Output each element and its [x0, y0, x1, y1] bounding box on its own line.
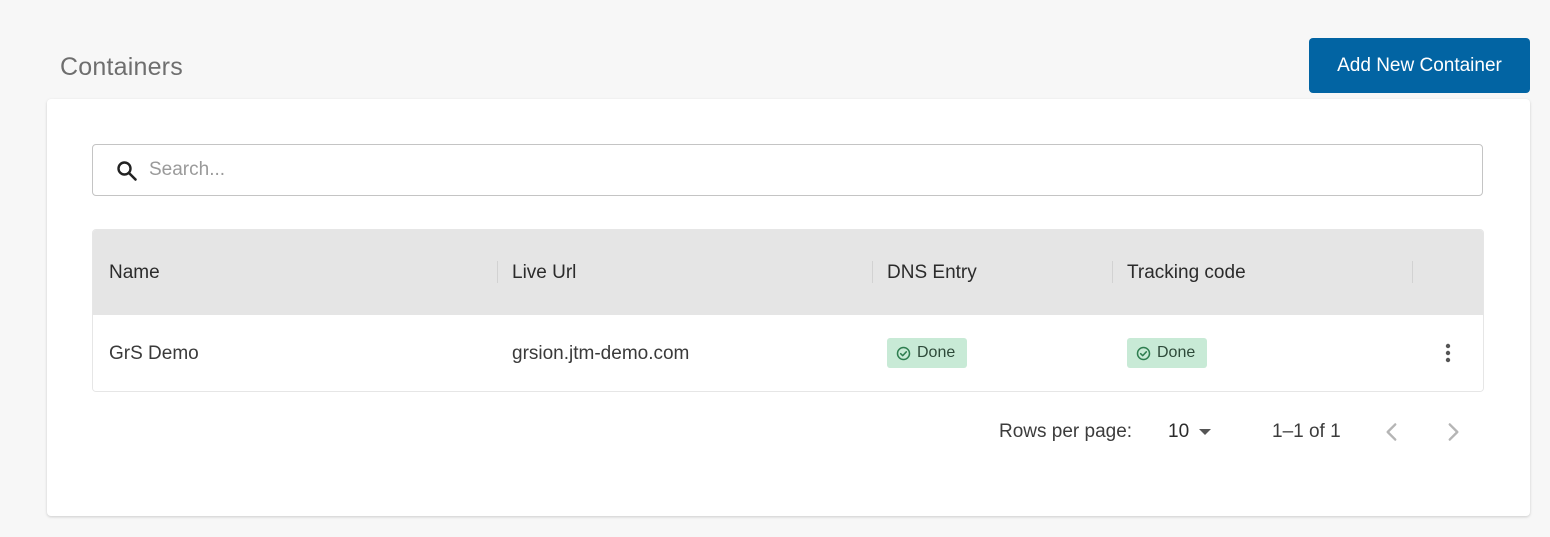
column-header-dns-entry[interactable]: DNS Entry [887, 230, 977, 315]
column-separator[interactable] [872, 261, 873, 283]
table-header: Name Live Url DNS Entry Tracking code [93, 230, 1483, 315]
search-icon [117, 161, 137, 181]
check-circle-icon [1136, 346, 1151, 361]
search-box[interactable] [92, 144, 1483, 196]
column-separator[interactable] [1112, 261, 1113, 283]
column-separator[interactable] [1412, 261, 1413, 283]
column-header-tracking-code[interactable]: Tracking code [1127, 230, 1246, 315]
rows-per-page-label: Rows per page: [999, 421, 1133, 442]
column-header-name[interactable]: Name [109, 230, 160, 315]
containers-card: Name Live Url DNS Entry Tracking code Gr… [47, 99, 1530, 516]
pagination-range: 1–1 of 1 [1272, 421, 1341, 442]
containers-table: Name Live Url DNS Entry Tracking code Gr… [92, 229, 1484, 392]
chevron-right-icon[interactable] [1440, 419, 1466, 445]
check-circle-icon [896, 346, 911, 361]
add-new-container-button[interactable]: Add New Container [1309, 38, 1530, 93]
tracking-code-status-badge: Done [1127, 338, 1207, 368]
page-title: Containers [60, 53, 183, 81]
tracking-code-status-label: Done [1157, 344, 1196, 361]
cell-name: GrS Demo [109, 343, 199, 364]
table-row[interactable]: GrS Demo grsion.jtm-demo.com Done Done [93, 315, 1483, 391]
dns-entry-status-badge: Done [887, 338, 967, 368]
dns-entry-status-label: Done [917, 344, 956, 361]
search-input[interactable] [149, 145, 1449, 195]
rows-per-page-value: 10 [1168, 421, 1190, 442]
column-separator[interactable] [497, 261, 498, 283]
chevron-left-icon[interactable] [1379, 419, 1405, 445]
caret-down-icon[interactable] [1198, 425, 1212, 439]
more-vert-icon[interactable] [1436, 341, 1460, 365]
column-header-live-url[interactable]: Live Url [512, 230, 576, 315]
cell-live-url: grsion.jtm-demo.com [512, 343, 690, 364]
